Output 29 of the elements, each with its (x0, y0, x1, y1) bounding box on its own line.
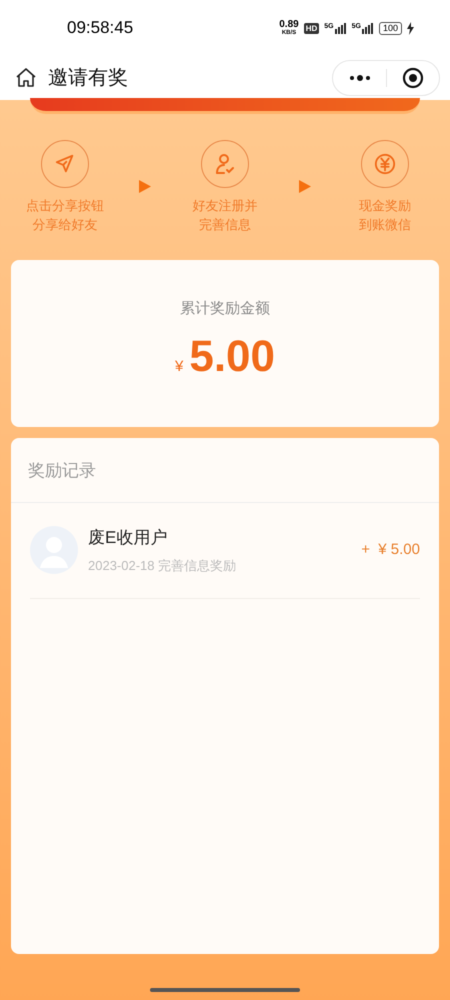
close-mini-program-icon[interactable] (402, 67, 424, 89)
total-label: 累计奖励金额 (180, 299, 270, 319)
charging-icon (407, 22, 414, 34)
step-text: 现金奖励 (359, 197, 411, 215)
battery-indicator: 100 (378, 22, 402, 34)
record-amount: + ¥ 5.00 (361, 540, 420, 560)
network-speed: 0.89 (279, 20, 299, 30)
signal-icon (362, 22, 374, 34)
currency-symbol: ¥ (175, 356, 184, 376)
step-text: 好友注册并 (192, 197, 258, 215)
more-icon[interactable] (349, 75, 371, 81)
arrow-icon (139, 180, 151, 193)
home-icon[interactable] (14, 66, 38, 90)
send-icon (54, 153, 76, 175)
yuan-coin-icon (374, 153, 396, 175)
total-amount: 5.00 (189, 334, 275, 378)
records-title: 奖励记录 (11, 438, 439, 502)
signal-icon (334, 22, 347, 34)
user-name: 废E收用户 (88, 526, 168, 548)
record-detail: 2023-02-18 完善信息奖励 (88, 557, 236, 575)
step-text: 到账微信 (359, 216, 411, 234)
hd-badge: HD (304, 22, 320, 34)
status-time: 09:58:45 (67, 17, 134, 40)
step-text: 完善信息 (199, 216, 251, 234)
step-text: 点击分享按钮 (26, 197, 104, 215)
page-title: 邀请有奖 (48, 66, 128, 91)
user-check-icon (213, 152, 237, 176)
step-text: 分享给好友 (32, 216, 98, 234)
arrow-icon (299, 180, 311, 193)
